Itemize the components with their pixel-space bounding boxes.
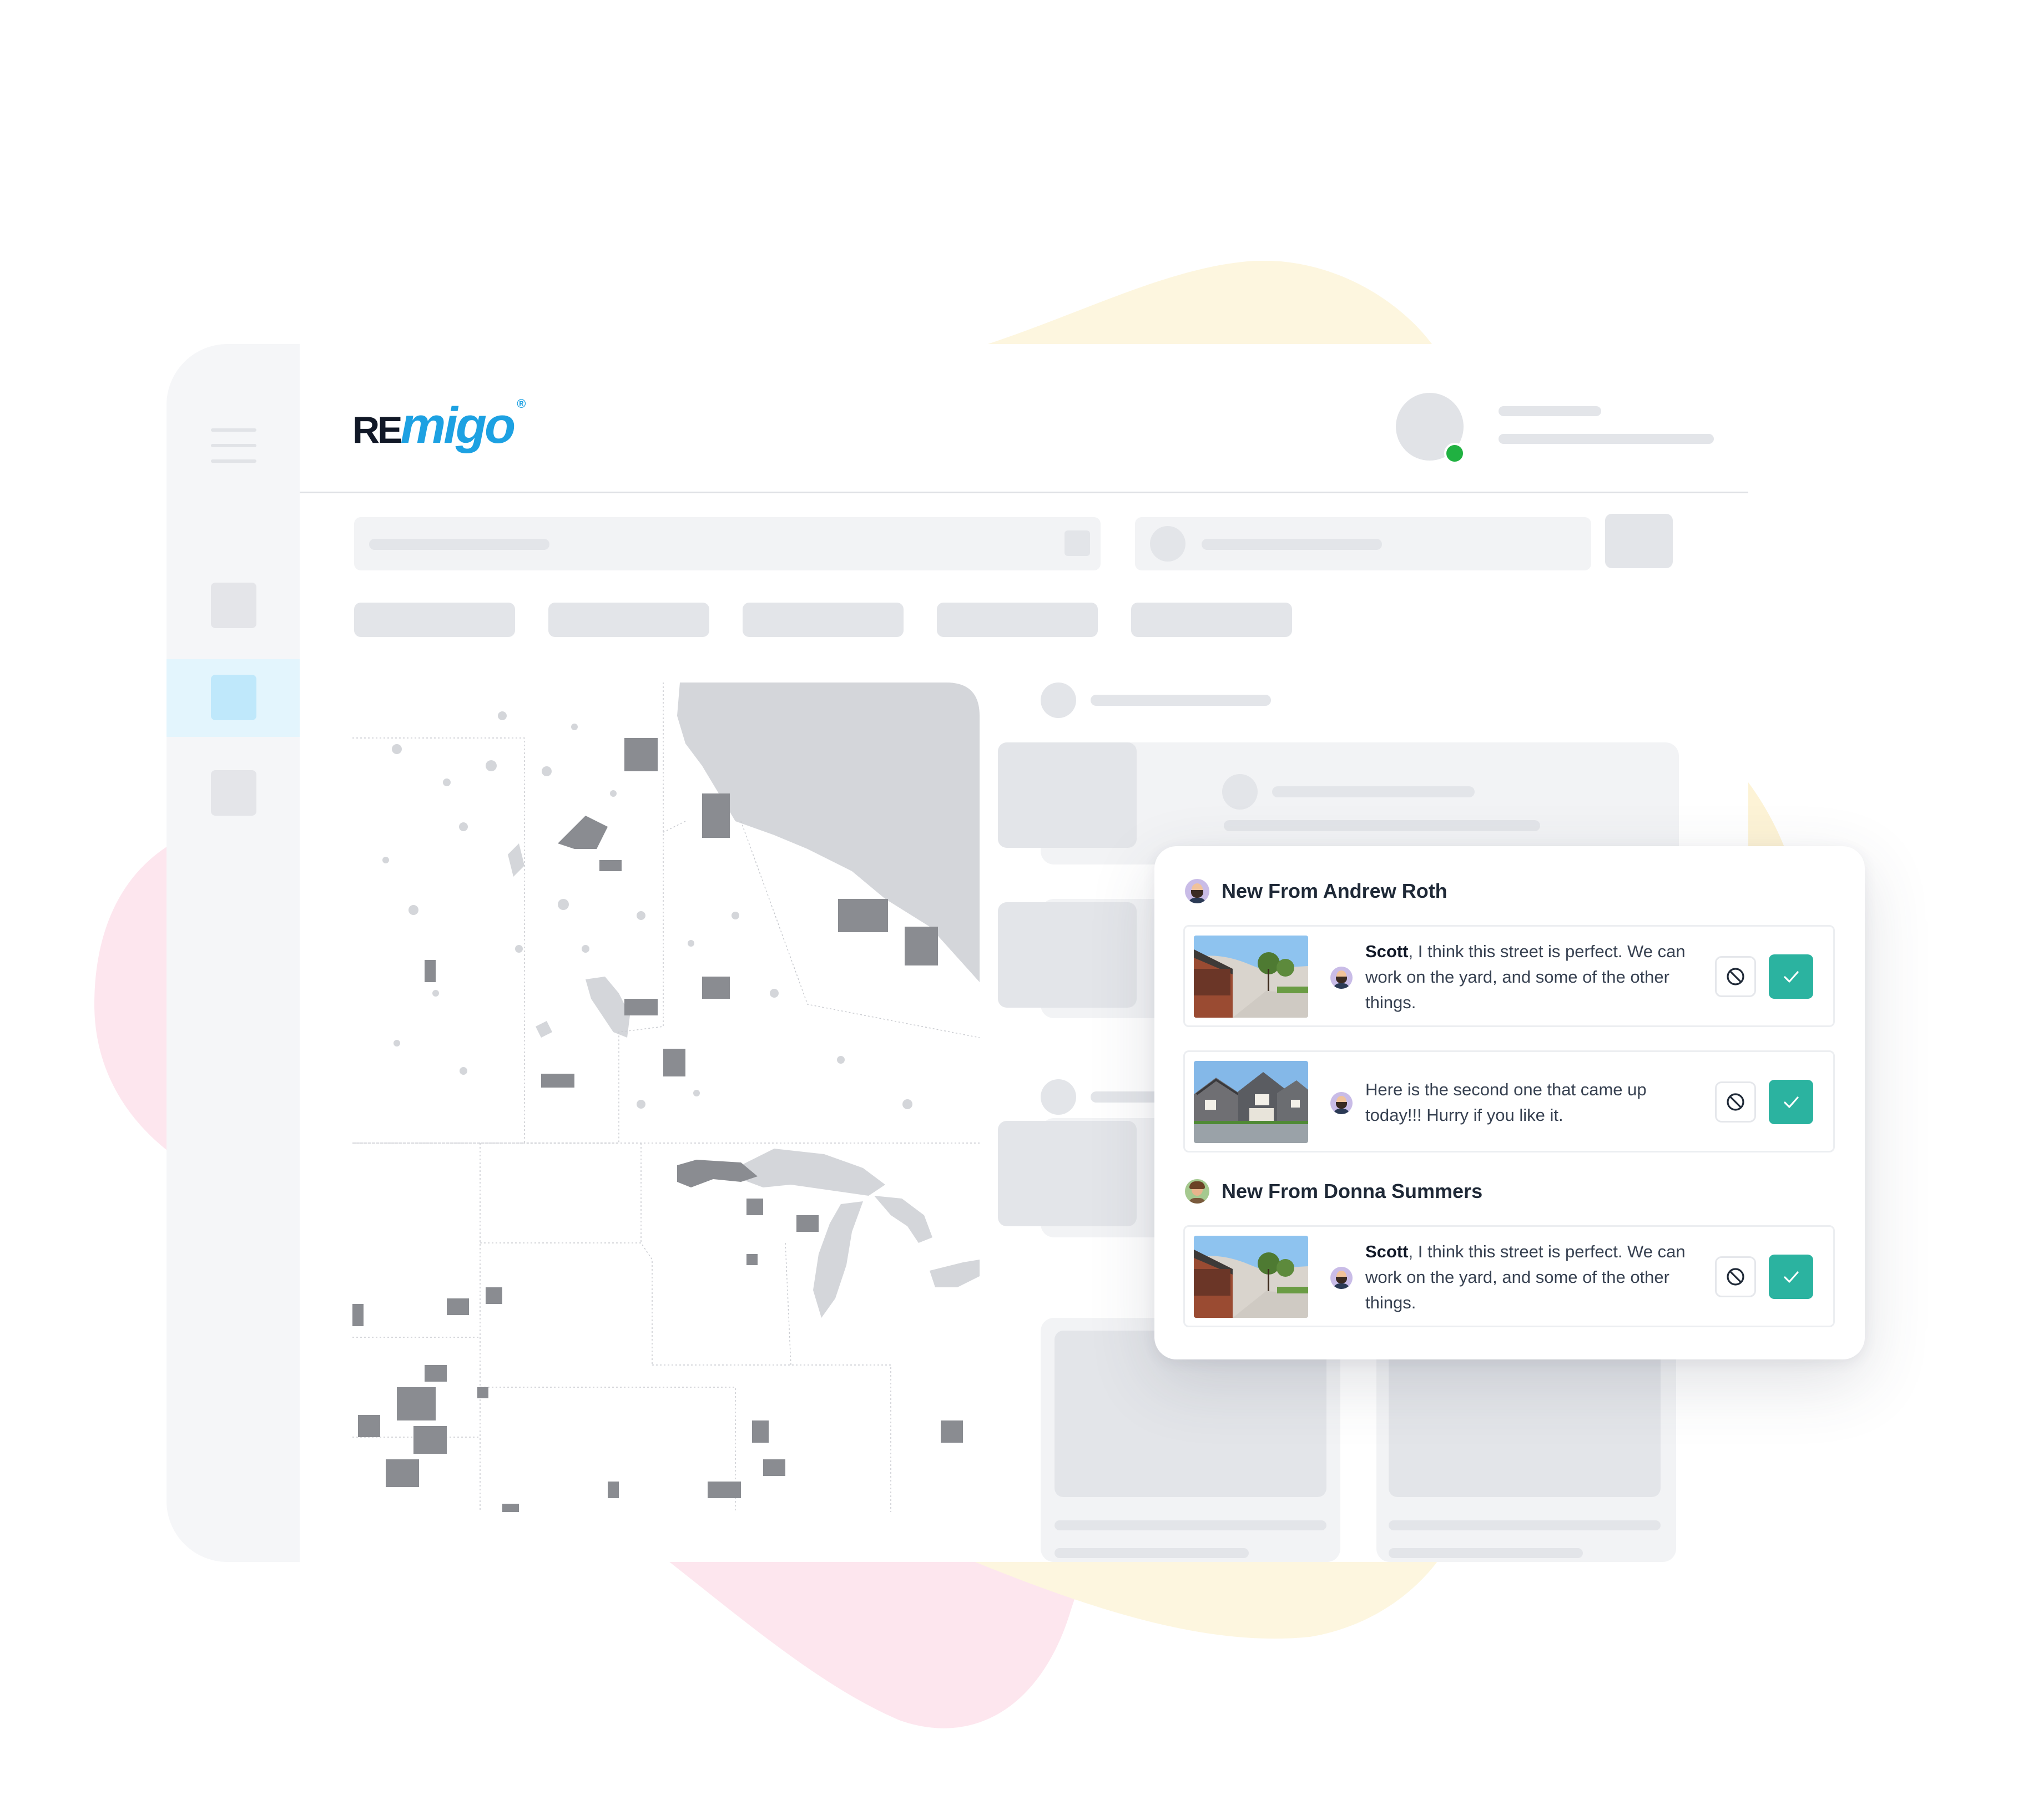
filter-chip-5[interactable] — [1131, 603, 1292, 637]
online-status-icon — [1444, 443, 1465, 464]
approve-button[interactable] — [1769, 1255, 1813, 1299]
house-photo-modern-building — [1194, 936, 1308, 1018]
listing-3-avatar-placeholder — [1041, 1079, 1076, 1115]
house-photo-suburban-homes — [1194, 1061, 1308, 1143]
notification-group-title: New From Andrew Roth — [1222, 879, 1447, 902]
map-view[interactable] — [352, 683, 980, 1512]
user-name-placeholder — [1499, 406, 1601, 416]
remigo-logo: REmigo ® — [352, 397, 526, 454]
sidebar-item-2-active[interactable] — [211, 675, 256, 720]
listing-1-title-placeholder — [1272, 786, 1475, 797]
menu-icon[interactable] — [200, 422, 266, 474]
decor-yellow-blob-bottom — [955, 1554, 1443, 1639]
listing-thumb-3 — [998, 1121, 1137, 1226]
notification-message-row[interactable]: Here is the second one that came up toda… — [1183, 1050, 1835, 1152]
check-icon — [1784, 1271, 1799, 1283]
notification-message-row[interactable]: Scott, I think this street is perfect. W… — [1183, 925, 1835, 1027]
decor-yellow-blob-top — [988, 261, 1432, 344]
sender-name: Scott — [1365, 942, 1409, 961]
listing-avatar-placeholder — [1041, 683, 1076, 718]
sidebar-item-1[interactable] — [211, 583, 256, 628]
listing-1-avatar-placeholder — [1222, 774, 1258, 810]
map-canvas — [352, 683, 980, 1512]
check-icon — [1784, 1096, 1799, 1108]
location-placeholder-line — [1202, 539, 1382, 550]
andrew-roth-avatar — [1330, 1267, 1353, 1289]
decline-button[interactable] — [1715, 956, 1756, 997]
filter-chip-4[interactable] — [937, 603, 1098, 637]
grid-card-2-line-2 — [1389, 1548, 1583, 1558]
search-placeholder-line — [369, 539, 549, 550]
location-pin-icon — [1150, 526, 1185, 562]
notification-group-header: New From Donna Summers — [1185, 1177, 1482, 1205]
filter-chip-1[interactable] — [354, 603, 515, 637]
notification-group-header: New From Andrew Roth — [1185, 877, 1447, 905]
listing-thumb-1 — [998, 742, 1137, 848]
grid-card-2-line-1 — [1389, 1520, 1661, 1530]
notification-message-text: Here is the second one that came up toda… — [1365, 1080, 1647, 1125]
grid-card-1-line-1 — [1055, 1520, 1326, 1530]
sidebar-item-3[interactable] — [211, 770, 256, 816]
filter-chip-2[interactable] — [548, 603, 709, 637]
user-subtitle-placeholder — [1499, 434, 1714, 444]
ban-icon — [1727, 1093, 1744, 1111]
listing-thumb-2 — [998, 902, 1137, 1008]
andrew-roth-avatar — [1330, 1092, 1353, 1114]
notifications-popup: New From Andrew Roth Scott, I think this — [1154, 846, 1865, 1359]
donna-summers-avatar — [1185, 1179, 1209, 1204]
listing-title-placeholder — [1091, 695, 1271, 706]
ban-icon — [1727, 968, 1744, 985]
decline-button[interactable] — [1715, 1081, 1756, 1123]
search-icon[interactable] — [1065, 530, 1090, 556]
approve-button[interactable] — [1769, 1080, 1813, 1124]
notification-message-text: Scott, I think this street is perfect. W… — [1365, 942, 1686, 1012]
ban-icon — [1727, 1268, 1744, 1286]
grid-card-1-line-2 — [1055, 1548, 1249, 1558]
check-icon — [1784, 971, 1799, 983]
listing-1-subtitle-placeholder — [1224, 820, 1540, 831]
sidebar — [167, 344, 300, 1562]
approve-button[interactable] — [1769, 954, 1813, 999]
andrew-roth-avatar — [1185, 879, 1209, 903]
decline-button[interactable] — [1715, 1256, 1756, 1297]
search-submit-button[interactable] — [1605, 514, 1673, 568]
notification-message-row[interactable]: Scott, I think this street is perfect. W… — [1183, 1225, 1835, 1327]
house-photo-modern-building — [1194, 1236, 1308, 1318]
decor-yellow-sliver-right — [1748, 782, 1787, 855]
sender-name: Scott — [1365, 1242, 1409, 1261]
filter-chip-3[interactable] — [743, 603, 904, 637]
header-divider — [300, 492, 1748, 493]
notification-message-text: Scott, I think this street is perfect. W… — [1365, 1242, 1686, 1312]
andrew-roth-avatar — [1330, 967, 1353, 989]
notification-group-title: New From Donna Summers — [1222, 1180, 1483, 1202]
